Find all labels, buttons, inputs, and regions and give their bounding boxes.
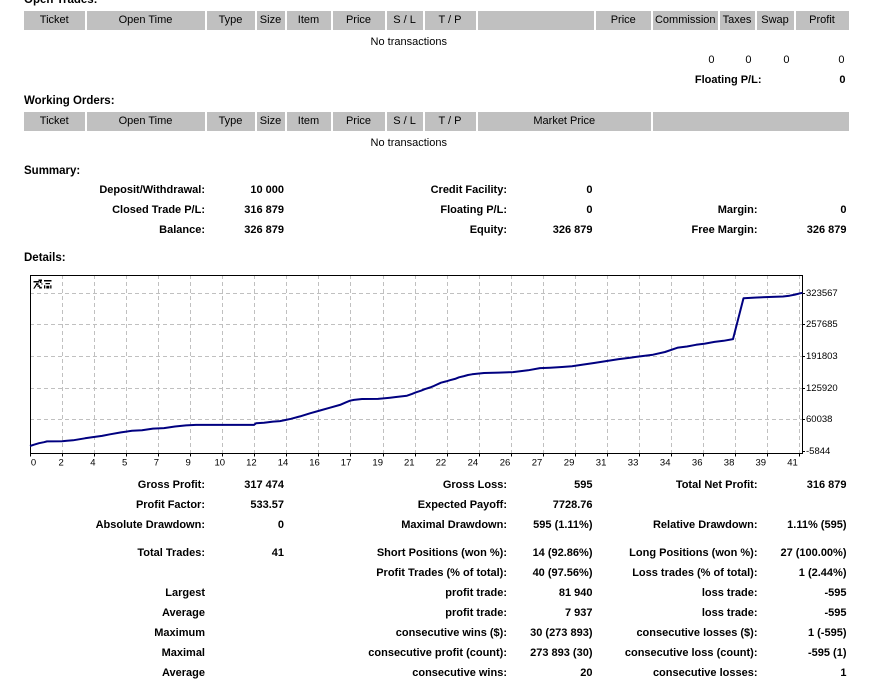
svg-text:33: 33 (628, 458, 639, 469)
svg-text:323567: 323567 (806, 288, 838, 299)
svg-text:26: 26 (500, 458, 511, 469)
svg-text:12: 12 (246, 458, 257, 469)
svg-text:14: 14 (278, 458, 289, 469)
svg-text:2: 2 (58, 458, 63, 469)
svg-text:41: 41 (787, 458, 798, 469)
svg-text:19: 19 (372, 458, 383, 469)
svg-text:22: 22 (436, 458, 447, 469)
svg-text:36: 36 (692, 458, 703, 469)
svg-text:191803: 191803 (806, 351, 838, 362)
svg-text:9: 9 (186, 458, 191, 469)
svg-text:24: 24 (468, 458, 479, 469)
svg-text:60038: 60038 (806, 414, 832, 425)
svg-text:29: 29 (564, 458, 575, 469)
svg-text:16: 16 (309, 458, 320, 469)
svg-text:257685: 257685 (806, 319, 838, 330)
svg-text:10: 10 (215, 458, 226, 469)
svg-text:4: 4 (90, 458, 95, 469)
svg-text:38: 38 (724, 458, 735, 469)
svg-text:17: 17 (341, 458, 352, 469)
svg-text:-5844: -5844 (806, 446, 830, 457)
svg-text:5: 5 (122, 458, 127, 469)
svg-text:7: 7 (154, 458, 159, 469)
svg-text:31: 31 (596, 458, 607, 469)
svg-text:39: 39 (756, 458, 767, 469)
svg-text:125920: 125920 (806, 383, 838, 394)
svg-text:0: 0 (31, 458, 36, 469)
svg-text:27: 27 (532, 458, 543, 469)
svg-text:34: 34 (660, 458, 671, 469)
svg-text:21: 21 (404, 458, 415, 469)
